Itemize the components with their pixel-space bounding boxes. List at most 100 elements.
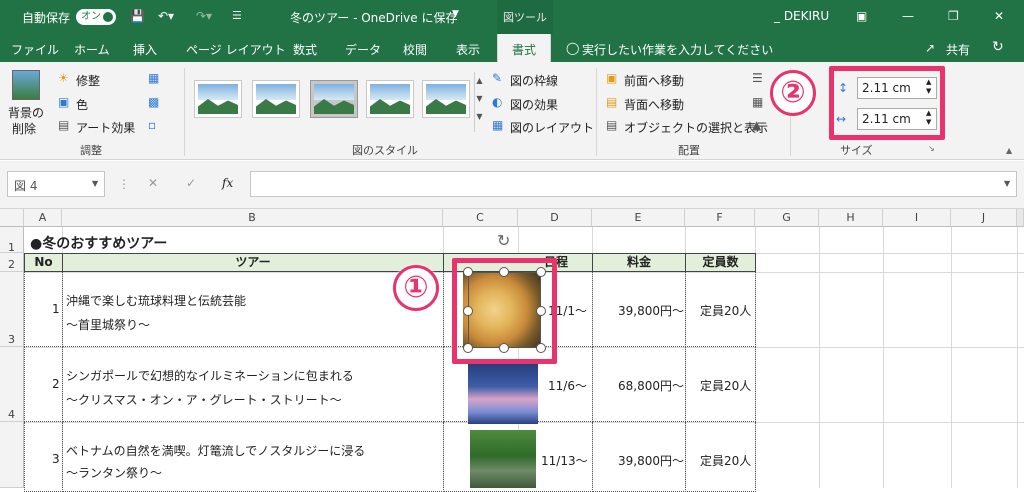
- group-objects-icon[interactable]: ▦: [752, 95, 763, 109]
- corrections-icon: ☀: [58, 71, 69, 85]
- autosave-toggle[interactable]: オン: [76, 9, 116, 25]
- share-button[interactable]: 共有: [946, 41, 970, 58]
- callout-number-1: ①: [393, 265, 439, 311]
- tab-review[interactable]: 校閲: [403, 41, 427, 58]
- lightbulb-icon: ◯: [566, 41, 580, 55]
- cancel-icon[interactable]: ✕: [148, 176, 158, 190]
- selection-pane-button[interactable]: オブジェクトの選択と表示: [624, 119, 768, 136]
- header-price: 料金: [592, 253, 686, 272]
- row-header-5[interactable]: [0, 422, 24, 488]
- callout-highlight-size: [829, 66, 945, 140]
- picture-style-5[interactable]: [422, 80, 470, 118]
- share-icon: ↗: [925, 41, 936, 55]
- tour-1-name: 沖縄で楽しむ琉球料理と伝統芸能: [66, 294, 247, 308]
- tab-view[interactable]: 表示: [456, 41, 480, 58]
- tour-3-price: 39,800円〜: [618, 454, 684, 468]
- undo-icon[interactable]: ↶▾: [158, 9, 174, 23]
- header-no: No: [24, 253, 63, 272]
- rotate-handle-icon[interactable]: ↻: [497, 231, 510, 250]
- picture-style-1[interactable]: [194, 80, 242, 118]
- select-all-corner[interactable]: [0, 209, 24, 227]
- column-header-j[interactable]: J: [951, 209, 1017, 227]
- insert-function-icon[interactable]: fx: [222, 176, 233, 190]
- row-header-1[interactable]: 1: [0, 227, 24, 254]
- column-header-b[interactable]: B: [62, 209, 443, 227]
- row-header-4[interactable]: 4: [0, 347, 24, 422]
- reset-picture-icon[interactable]: ▫: [148, 118, 156, 132]
- column-header-g[interactable]: G: [755, 209, 819, 227]
- tab-format[interactable]: 書式: [497, 34, 552, 62]
- save-icon[interactable]: 💾: [130, 9, 145, 23]
- maximize-icon[interactable]: ❐: [948, 9, 959, 23]
- picture-layout-icon: ▦: [492, 118, 504, 132]
- name-box[interactable]: 図 4: [7, 171, 105, 197]
- picture-style-4[interactable]: [366, 80, 414, 118]
- tour-3-subtitle: 〜ランタン祭り〜: [66, 466, 163, 480]
- tab-insert[interactable]: 挿入: [133, 41, 157, 58]
- picture-styles-group-label: 図のスタイル: [352, 144, 418, 157]
- tour-1-subtitle: 〜首里城祭り〜: [66, 318, 151, 332]
- column-header-h[interactable]: H: [819, 209, 883, 227]
- title-dropdown-icon[interactable]: ▼: [452, 9, 459, 19]
- column-header-i[interactable]: I: [883, 209, 951, 227]
- formula-input[interactable]: [250, 171, 1017, 197]
- size-group-label: サイズ: [840, 144, 873, 157]
- picture-style-2[interactable]: [252, 80, 300, 118]
- minimize-icon[interactable]: —: [902, 9, 914, 23]
- table-border: [62, 272, 444, 347]
- user-name[interactable]: _ DEKIRU: [774, 9, 829, 23]
- column-header-f[interactable]: F: [685, 209, 755, 227]
- corrections-button[interactable]: 修整: [76, 72, 100, 89]
- gridline: [1017, 227, 1018, 488]
- vietnam-river-image[interactable]: [470, 430, 536, 488]
- send-backward-button[interactable]: 背面へ移動: [624, 96, 684, 113]
- picture-border-button[interactable]: 図の枠線: [510, 72, 558, 89]
- tour-1-capacity: 定員20人: [700, 304, 752, 318]
- row-header-3[interactable]: 3: [0, 272, 24, 347]
- picture-layout-button[interactable]: 図のレイアウト: [510, 119, 594, 136]
- picture-style-3[interactable]: [310, 80, 358, 118]
- gridline: [883, 227, 884, 488]
- column-header-d[interactable]: D: [518, 209, 592, 227]
- change-picture-icon[interactable]: ▩: [148, 95, 159, 109]
- align-icon[interactable]: ☰: [752, 71, 763, 85]
- history-icon[interactable]: ↻: [992, 39, 1004, 55]
- styles-gallery-scroll[interactable]: ▲ ▼ ▼: [474, 72, 484, 132]
- tab-data[interactable]: データ: [345, 41, 381, 58]
- header-capacity: 定員数: [685, 253, 756, 272]
- ribbon-display-icon[interactable]: ▣: [856, 9, 867, 23]
- adjust-group-label: 調整: [80, 144, 102, 157]
- column-header-c[interactable]: C: [443, 209, 518, 227]
- color-button[interactable]: 色: [76, 96, 88, 113]
- redo-icon[interactable]: ↷▾: [196, 9, 212, 23]
- tab-page-layout[interactable]: ページ レイアウト: [186, 41, 286, 58]
- rotate-icon[interactable]: ▲: [752, 118, 761, 132]
- tour-3-name: ベトナムの自然を満喫。灯篭流しでノスタルジーに浸る: [66, 444, 366, 458]
- remove-background-button[interactable]: 背景の: [8, 104, 44, 121]
- size-dialog-launcher-icon[interactable]: ↘: [928, 144, 935, 153]
- more-icon: ⋮: [118, 177, 130, 191]
- collapse-ribbon-icon[interactable]: ▲: [1006, 146, 1012, 155]
- close-icon[interactable]: ✕: [994, 9, 1004, 23]
- artistic-effects-button[interactable]: アート効果: [76, 119, 135, 136]
- tab-home[interactable]: ホーム: [74, 41, 110, 58]
- tab-file[interactable]: ファイル: [11, 41, 59, 58]
- singapore-illumination-image[interactable]: [468, 362, 538, 424]
- table-border: [62, 347, 444, 422]
- expand-formula-bar-icon[interactable]: ▼: [1004, 179, 1010, 188]
- tour-2-price: 68,800円〜: [618, 379, 684, 393]
- vertical-scrollbar[interactable]: [1017, 209, 1024, 227]
- tell-me-box[interactable]: 実行したい作業を入力してください: [582, 41, 773, 58]
- row-header-2[interactable]: 2: [0, 253, 24, 272]
- column-header-a[interactable]: A: [24, 209, 62, 227]
- customize-quick-access-icon[interactable]: ☰: [232, 9, 242, 22]
- tour-3-date: 11/13〜: [541, 454, 588, 468]
- bring-forward-button[interactable]: 前面へ移動: [624, 72, 684, 89]
- tab-formulas[interactable]: 数式: [293, 41, 317, 58]
- picture-border-icon: ✎: [492, 71, 503, 85]
- name-box-dropdown-icon[interactable]: ▼: [92, 179, 98, 188]
- column-header-e[interactable]: E: [592, 209, 685, 227]
- picture-effects-button[interactable]: 図の効果: [510, 96, 558, 113]
- compress-pictures-icon[interactable]: ▦: [148, 71, 159, 85]
- enter-icon[interactable]: ✓: [186, 176, 196, 190]
